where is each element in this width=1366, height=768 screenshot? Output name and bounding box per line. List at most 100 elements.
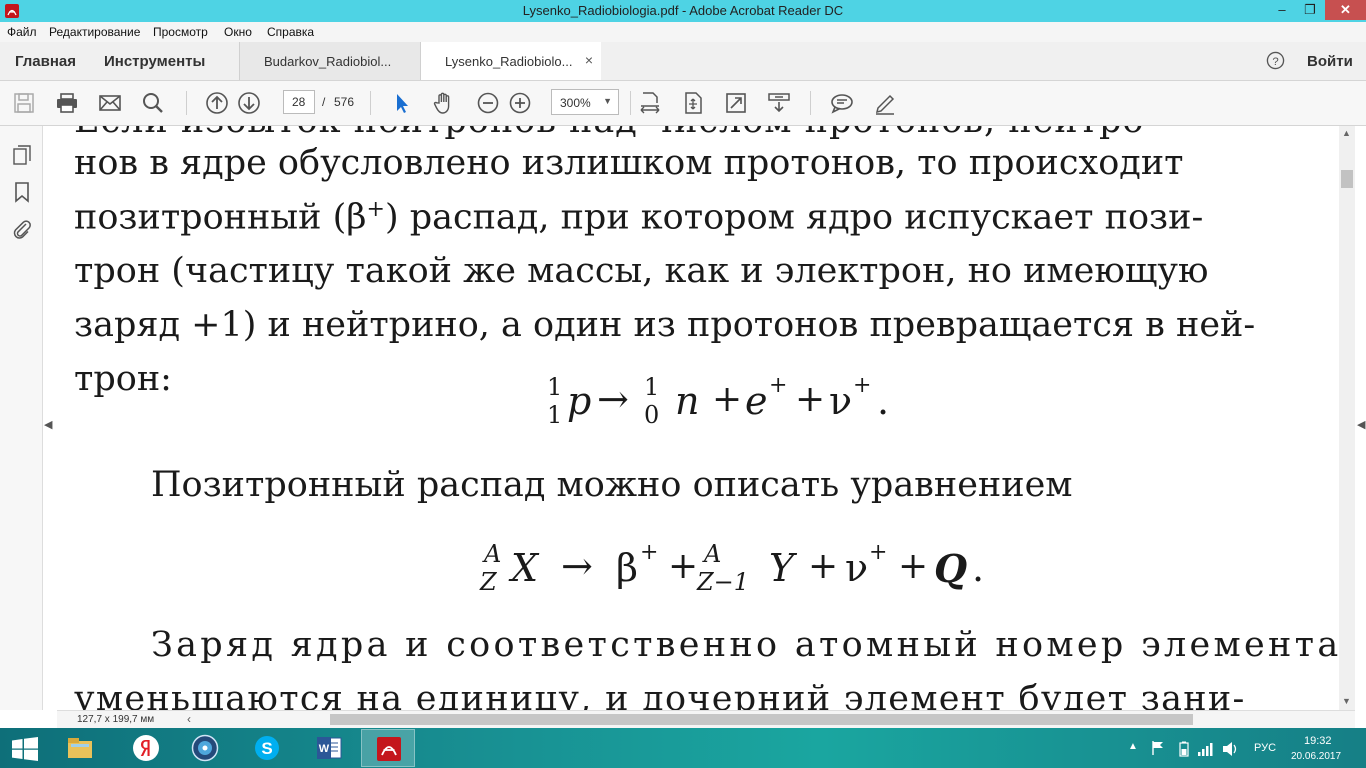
sign-icon[interactable] — [873, 91, 897, 115]
formula-arrow: → — [561, 544, 593, 588]
superscript: + — [366, 197, 385, 222]
horizontal-scroll-thumb[interactable] — [330, 714, 1193, 725]
fit-page-icon[interactable] — [681, 91, 705, 115]
taskbar-media-app[interactable] — [178, 729, 232, 767]
yandex-browser-icon — [133, 735, 159, 761]
sign-in-link[interactable]: Войти — [1307, 53, 1353, 70]
close-button[interactable]: ✕ — [1325, 0, 1366, 20]
help-icon[interactable]: ? — [1266, 51, 1285, 70]
toolbar-separator — [810, 91, 811, 115]
action-center-flag-icon[interactable] — [1151, 740, 1165, 756]
formula-plus: + — [898, 546, 929, 587]
formula-decay-equation: A Z X → β + + A Z−1 Y + ν + + Q . — [478, 540, 998, 600]
total-pages: 576 — [334, 95, 355, 109]
attachment-icon[interactable] — [11, 218, 33, 240]
tray-expand-icon[interactable]: ▲ — [1128, 741, 1138, 752]
document-line: трон: — [74, 359, 172, 399]
toolbar-separator — [370, 91, 371, 115]
document-tab-label: Budarkov_Radiobiol... — [264, 54, 392, 69]
toolbar-separator — [186, 91, 187, 115]
network-signal-icon[interactable] — [1197, 741, 1215, 757]
tab-home[interactable]: Главная — [15, 53, 76, 70]
chevron-left-icon[interactable]: ◀ — [44, 418, 52, 431]
scroll-thumb[interactable] — [1341, 170, 1353, 188]
formula-symbol: e — [745, 379, 768, 423]
page-separator: / — [322, 95, 326, 109]
svg-text:S: S — [261, 739, 272, 758]
page-down-icon[interactable] — [237, 91, 261, 115]
battery-icon[interactable] — [1179, 741, 1189, 757]
formula-superscript: + — [769, 373, 788, 398]
search-icon[interactable] — [141, 91, 165, 115]
text-fragment: ) распад, при котором ядро испускает поз… — [384, 197, 1204, 238]
taskbar-acrobat[interactable] — [361, 729, 415, 767]
scroll-up-icon[interactable]: ▲ — [1342, 128, 1351, 138]
formula-positron-decay: 1 1 p → 1 0 n + e + + ν + . — [547, 373, 917, 433]
page-up-icon[interactable] — [205, 91, 229, 115]
word-icon: W — [317, 737, 342, 759]
print-icon[interactable] — [55, 91, 79, 115]
formula-superscript: + — [869, 540, 888, 565]
bookmark-icon[interactable] — [11, 181, 33, 203]
fullscreen-icon[interactable] — [724, 91, 748, 115]
zoom-select[interactable]: 300% ▼ — [551, 89, 619, 115]
clock-date[interactable]: 20.06.2017 — [1291, 751, 1341, 762]
formula-index: A — [484, 540, 502, 568]
comment-icon[interactable] — [830, 91, 854, 115]
select-cursor-icon[interactable] — [390, 91, 414, 115]
page-number-input[interactable]: 28 — [283, 90, 315, 114]
scroll-left-icon[interactable]: ‹ — [187, 712, 191, 726]
formula-period: . — [972, 546, 985, 590]
taskbar-file-explorer[interactable] — [53, 729, 107, 767]
language-indicator[interactable]: РУС — [1254, 742, 1276, 754]
document-tab-lysenko[interactable]: Lysenko_Radiobiolo... × — [420, 42, 601, 80]
menu-file[interactable]: Файл — [7, 25, 37, 39]
window-title: Lysenko_Radiobiologia.pdf - Adobe Acroba… — [522, 3, 844, 18]
taskbar-word[interactable]: W — [302, 729, 356, 767]
minimize-button[interactable]: – — [1268, 0, 1296, 20]
menu-view[interactable]: Просмотр — [153, 25, 208, 39]
read-mode-icon[interactable] — [767, 91, 791, 115]
tab-tools[interactable]: Инструменты — [104, 53, 205, 70]
document-line: позитронный (β+) распад, при котором ядр… — [74, 199, 1203, 236]
acrobat-icon — [377, 737, 401, 761]
save-icon[interactable] — [12, 91, 36, 115]
media-app-icon — [191, 734, 219, 762]
tab-bar: Главная Инструменты Budarkov_Radiobiol..… — [0, 42, 1366, 81]
hand-icon[interactable] — [432, 91, 456, 115]
formula-arrow: → — [597, 377, 629, 421]
menu-edit[interactable]: Редактирование — [49, 25, 140, 39]
taskbar-yandex-browser[interactable] — [119, 729, 173, 767]
volume-icon[interactable] — [1222, 741, 1240, 757]
page-thumbnails-icon[interactable] — [11, 144, 33, 166]
formula-index: Z — [480, 568, 497, 596]
skype-icon: S — [255, 736, 279, 760]
chevron-down-icon: ▼ — [603, 96, 612, 106]
zoom-in-icon[interactable] — [508, 91, 532, 115]
paragraph-line: уменьшаются на единицу, и дочерний элеме… — [74, 679, 1246, 711]
vertical-scrollbar[interactable]: ▲ ▼ — [1339, 126, 1355, 710]
scroll-down-icon[interactable]: ▼ — [1342, 696, 1351, 706]
title-bar: Lysenko_Radiobiologia.pdf - Adobe Acroba… — [0, 0, 1366, 22]
formula-superscript: + — [853, 373, 872, 398]
menu-window[interactable]: Окно — [224, 25, 252, 39]
menu-help[interactable]: Справка — [267, 25, 314, 39]
close-tab-icon[interactable]: × — [585, 52, 593, 68]
chevron-right-icon[interactable]: ◀ — [1357, 418, 1365, 431]
document-tab-budarkov[interactable]: Budarkov_Radiobiol... — [239, 42, 420, 80]
email-icon[interactable] — [98, 91, 122, 115]
maximize-button[interactable]: ❐ — [1296, 0, 1324, 20]
clock-time[interactable]: 19:32 — [1304, 735, 1332, 747]
navigation-pane — [0, 126, 43, 710]
paragraph-line: Заряд ядра и соответственно атомный номе… — [151, 625, 1339, 665]
formula-period: . — [877, 379, 890, 423]
fit-width-icon[interactable] — [638, 91, 662, 115]
formula-index: 1 — [547, 401, 563, 429]
toolbar-separator — [630, 91, 631, 115]
text-fragment: позитронный (β — [74, 197, 367, 238]
document-view[interactable]: Если избыток нейтронов над числом протон… — [57, 126, 1339, 710]
taskbar-skype[interactable]: S — [240, 729, 294, 767]
windows-start-icon[interactable] — [12, 737, 38, 761]
svg-text:W: W — [319, 743, 330, 755]
zoom-out-icon[interactable] — [476, 91, 500, 115]
